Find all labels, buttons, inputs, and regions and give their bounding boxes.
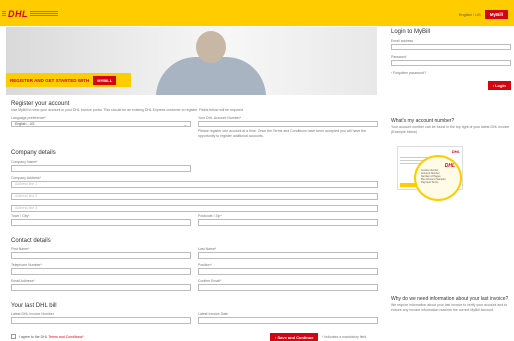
why-invoice-title: Why do we need information about your la… xyxy=(391,296,509,302)
bill-title: Your last DHL bill xyxy=(11,303,57,309)
invoice-dhl-logo: DHL xyxy=(451,149,460,154)
company-name-label: Company Name* xyxy=(11,160,38,164)
postcode-label: Postcode / Zip* xyxy=(198,214,222,218)
invoice-number-input[interactable] xyxy=(11,317,191,324)
account-help-text: Please register one account at a time. O… xyxy=(198,129,367,138)
save-continue-button[interactable]: › Save and Continue xyxy=(270,333,319,341)
login-email-input[interactable] xyxy=(391,44,511,50)
confirm-email-field: Confirm Email* xyxy=(198,279,378,291)
chevron-right-icon: › xyxy=(492,83,494,88)
email-label: Email Address* xyxy=(11,279,35,283)
telephone-field: Telephone Number* xyxy=(11,263,191,275)
confirm-email-input[interactable] xyxy=(198,284,378,291)
invoice-zoom-magnifier: DHL Invoice Number Account Number Number… xyxy=(414,155,462,201)
register-intro: Use MyBill to view your account in your … xyxy=(11,108,244,112)
first-name-label: First Name* xyxy=(11,247,30,251)
hero-image: REGISTER AND GET STARTED WITH MYBILL xyxy=(6,27,377,95)
company-address-field: Company Address* Address line 1 Address … xyxy=(11,176,378,212)
position-label: Position* xyxy=(198,263,212,267)
language-select[interactable]: English - US ⌄ xyxy=(11,121,191,127)
telephone-input[interactable] xyxy=(11,268,191,275)
last-name-input[interactable] xyxy=(198,252,378,259)
terms-text: I agree to the DHL Terms and Conditions* xyxy=(19,334,84,339)
company-title: Company details xyxy=(11,150,56,156)
account-help-title: What's my account number? xyxy=(391,118,455,124)
position-input[interactable] xyxy=(198,268,378,275)
account-number-label: Your DHL Account Number* xyxy=(198,116,242,120)
company-name-field: Company Name* xyxy=(11,160,191,172)
header-right: English / US MyBill xyxy=(459,9,508,19)
email-field: Email Address* xyxy=(11,279,191,291)
town-field: Town / City* xyxy=(11,214,191,226)
invoice-date-field: Latest Invoice Date xyxy=(198,312,378,324)
mybill-button[interactable]: MyBill xyxy=(484,9,508,19)
chevron-down-icon: ⌄ xyxy=(183,122,187,127)
account-number-input[interactable] xyxy=(198,121,378,127)
company-address-label: Company Address* xyxy=(11,176,41,180)
confirm-email-label: Confirm Email* xyxy=(198,279,222,283)
forgot-password-link[interactable]: › Forgotten password? xyxy=(391,71,511,75)
hero-person xyxy=(156,31,266,95)
register-title: Register your account xyxy=(11,101,70,107)
first-name-input[interactable] xyxy=(11,252,191,259)
invoice-date-label: Latest Invoice Date xyxy=(198,312,228,316)
last-name-label: Last Name* xyxy=(198,247,217,251)
chevron-right-icon: › xyxy=(391,71,393,75)
login-button[interactable]: › Login xyxy=(487,81,511,90)
email-input[interactable] xyxy=(11,284,191,291)
dhl-logo[interactable]: DHL xyxy=(6,9,56,19)
top-bar: DHL English / US MyBill xyxy=(0,0,514,26)
postcode-input[interactable] xyxy=(198,219,378,226)
account-help-aside: Your account number can be found in the … xyxy=(391,125,510,134)
hero-banner-text: REGISTER AND GET STARTED WITH xyxy=(10,77,90,83)
hero-banner: REGISTER AND GET STARTED WITH MYBILL xyxy=(6,73,131,87)
invoice-number-field: Latest DHL Invoice Number xyxy=(11,312,191,324)
login-email-label: Email address xyxy=(391,39,414,43)
postcode-field: Postcode / Zip* xyxy=(198,214,378,226)
first-name-field: First Name* xyxy=(11,247,191,259)
login-password-label: Password xyxy=(391,55,407,59)
address-line-3-input[interactable]: Address line 3 xyxy=(11,205,378,212)
account-number-field: Your DHL Account Number* xyxy=(198,116,378,127)
address-line-1-input[interactable]: Address line 1 xyxy=(11,181,378,188)
login-title: Login to MyBill xyxy=(391,29,431,35)
login-password-input[interactable] xyxy=(391,60,511,66)
why-invoice-text: We require information about your last i… xyxy=(391,303,508,312)
invoice-date-input[interactable] xyxy=(198,317,378,324)
address-line-2-input[interactable]: Address line 2 xyxy=(11,193,378,200)
terms-link[interactable]: Terms and Conditions* xyxy=(48,335,83,339)
language-label: Language preference* xyxy=(11,116,46,120)
telephone-label: Telephone Number* xyxy=(11,263,42,267)
terms-row: I agree to the DHL Terms and Conditions* xyxy=(11,334,84,339)
hero-person-head xyxy=(196,31,226,63)
position-field: Position* xyxy=(198,263,378,275)
company-name-input[interactable] xyxy=(11,165,191,172)
last-name-field: Last Name* xyxy=(198,247,378,259)
town-input[interactable] xyxy=(11,219,191,226)
invoice-number-label: Latest DHL Invoice Number xyxy=(11,312,54,316)
language-value: English - US xyxy=(15,122,35,126)
language-selector[interactable]: English / US xyxy=(459,12,481,17)
hero-mybill-button[interactable]: MYBILL xyxy=(93,75,117,85)
zoom-line: Payment Terms xyxy=(421,181,439,184)
terms-checkbox[interactable] xyxy=(11,334,16,339)
language-field: Language preference* English - US ⌄ xyxy=(11,116,191,127)
town-label: Town / City* xyxy=(11,214,30,218)
contact-title: Contact details xyxy=(11,238,51,244)
login-panel: Login to MyBill Email address Password ›… xyxy=(391,29,511,90)
required-note: * Indicates a mandatory field xyxy=(322,335,367,339)
